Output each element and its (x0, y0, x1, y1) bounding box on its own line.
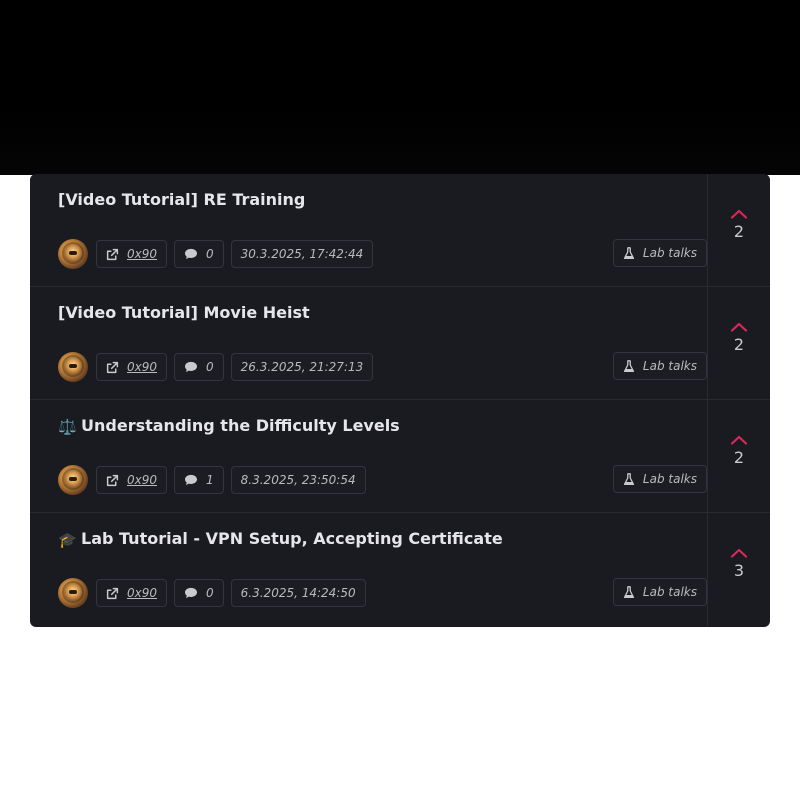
post-title[interactable]: [Video Tutorial] Movie Heist (58, 303, 310, 322)
avatar[interactable] (58, 465, 88, 495)
category-badge[interactable]: Lab talks (612, 239, 707, 267)
external-link-icon (106, 361, 119, 373)
author-chip[interactable]: 0x90 (96, 353, 168, 381)
comment-count-chip: 0 (174, 240, 224, 268)
page-backdrop (0, 0, 800, 175)
upvote-chevron-up-icon[interactable] (730, 209, 748, 219)
flask-icon (623, 472, 635, 485)
author-chip[interactable]: 0x90 (96, 240, 168, 268)
post-timestamp: 26.3.2025, 21:27:13 (240, 360, 364, 374)
vote-column: 2 (707, 174, 770, 287)
list-item: ⚖️ Understanding the Difficulty Levels 0x… (30, 400, 770, 513)
comment-count-chip: 0 (174, 353, 224, 381)
comment-bubble-icon (185, 474, 198, 486)
comment-bubble-icon (185, 248, 198, 260)
category-label[interactable]: Lab talks (643, 246, 697, 260)
comment-count-chip: 1 (174, 466, 224, 494)
timestamp-chip: 30.3.2025, 17:42:44 (230, 240, 374, 268)
comment-bubble-icon (185, 587, 198, 599)
category-label[interactable]: Lab talks (643, 585, 697, 599)
timestamp-chip: 26.3.2025, 21:27:13 (230, 353, 374, 381)
comment-count-chip: 0 (174, 579, 224, 607)
post-title[interactable]: [Video Tutorial] RE Training (58, 190, 305, 209)
author-chip[interactable]: 0x90 (96, 466, 168, 494)
avatar[interactable] (58, 239, 88, 269)
list-item: [Video Tutorial] Movie Heist 0x90 0 26.3… (30, 287, 770, 400)
post-meta: 0x90 0 30.3.2025, 17:42:44 (58, 239, 380, 269)
comment-count: 0 (206, 360, 214, 374)
flask-icon (623, 359, 635, 372)
post-title[interactable]: 🎓 Lab Tutorial - VPN Setup, Accepting Cer… (58, 529, 503, 549)
upvote-chevron-up-icon[interactable] (730, 435, 748, 445)
post-body: 🎓 Lab Tutorial - VPN Setup, Accepting Cer… (30, 513, 707, 626)
category-badge[interactable]: Lab talks (612, 352, 707, 380)
avatar[interactable] (58, 578, 88, 608)
list-item: [Video Tutorial] RE Training 0x90 0 30.3… (30, 174, 770, 287)
category-badge[interactable]: Lab talks (612, 465, 707, 493)
vote-column: 3 (707, 513, 770, 626)
author-name[interactable]: 0x90 (127, 360, 157, 374)
post-body: ⚖️ Understanding the Difficulty Levels 0x… (30, 400, 707, 513)
external-link-icon (106, 248, 119, 260)
graduation-cap-icon: 🎓 (58, 531, 77, 549)
vote-column: 2 (707, 287, 770, 400)
post-title[interactable]: ⚖️ Understanding the Difficulty Levels (58, 416, 400, 436)
author-chip[interactable]: 0x90 (96, 579, 168, 607)
vote-count: 2 (733, 335, 745, 354)
category-label[interactable]: Lab talks (643, 472, 697, 486)
flask-icon (623, 585, 635, 598)
comment-count: 0 (206, 586, 214, 600)
comment-bubble-icon (185, 361, 198, 373)
post-title-text[interactable]: Lab Tutorial - VPN Setup, Accepting Cert… (81, 529, 503, 548)
post-timestamp: 30.3.2025, 17:42:44 (240, 247, 364, 261)
post-meta: 0x90 1 8.3.2025, 23:50:54 (58, 465, 373, 495)
category-badge[interactable]: Lab talks (612, 578, 707, 606)
list-item: 🎓 Lab Tutorial - VPN Setup, Accepting Cer… (30, 513, 770, 626)
post-meta: 0x90 0 6.3.2025, 14:24:50 (58, 578, 373, 608)
author-name[interactable]: 0x90 (127, 586, 157, 600)
post-title-text[interactable]: [Video Tutorial] RE Training (58, 190, 305, 209)
vote-count: 2 (733, 448, 745, 467)
comment-count: 0 (206, 247, 214, 261)
avatar[interactable] (58, 352, 88, 382)
vote-column: 2 (707, 400, 770, 513)
post-meta: 0x90 0 26.3.2025, 21:27:13 (58, 352, 380, 382)
post-list: [Video Tutorial] RE Training 0x90 0 30.3… (30, 174, 770, 627)
author-name[interactable]: 0x90 (127, 247, 157, 261)
category-label[interactable]: Lab talks (643, 359, 697, 373)
external-link-icon (106, 474, 119, 486)
post-body: [Video Tutorial] Movie Heist 0x90 0 26.3… (30, 287, 707, 400)
timestamp-chip: 6.3.2025, 14:24:50 (230, 579, 366, 607)
post-title-text[interactable]: Understanding the Difficulty Levels (81, 416, 400, 435)
upvote-chevron-up-icon[interactable] (730, 322, 748, 332)
scales-icon: ⚖️ (58, 418, 77, 436)
flask-icon (623, 246, 635, 259)
timestamp-chip: 8.3.2025, 23:50:54 (230, 466, 366, 494)
vote-count: 3 (733, 561, 745, 580)
post-title-text[interactable]: [Video Tutorial] Movie Heist (58, 303, 310, 322)
external-link-icon (106, 587, 119, 599)
upvote-chevron-up-icon[interactable] (730, 548, 748, 558)
comment-count: 1 (206, 473, 214, 487)
post-timestamp: 8.3.2025, 23:50:54 (240, 473, 356, 487)
post-body: [Video Tutorial] RE Training 0x90 0 30.3… (30, 174, 707, 287)
author-name[interactable]: 0x90 (127, 473, 157, 487)
vote-count: 2 (733, 222, 745, 241)
post-timestamp: 6.3.2025, 14:24:50 (240, 586, 356, 600)
